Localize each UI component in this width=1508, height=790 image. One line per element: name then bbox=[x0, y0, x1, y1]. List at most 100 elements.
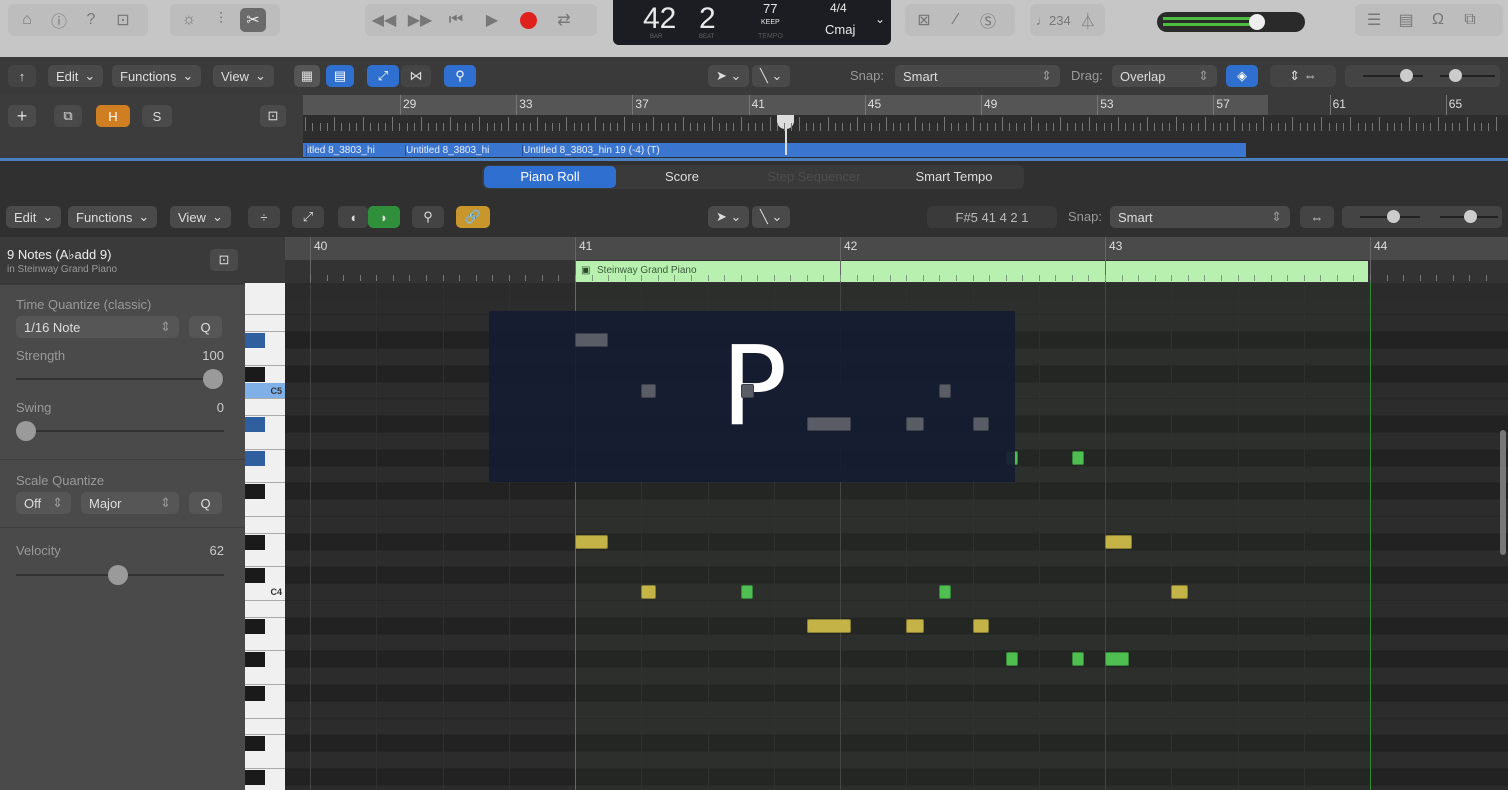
black-key[interactable] bbox=[245, 333, 265, 348]
black-key[interactable] bbox=[245, 534, 265, 550]
zoom-buttons[interactable]: ⇕ ⇔ bbox=[1270, 65, 1336, 87]
midi-note[interactable] bbox=[1071, 450, 1084, 465]
black-key[interactable] bbox=[245, 450, 265, 466]
midi-in-icon[interactable]: ◖ bbox=[338, 206, 368, 228]
midi-note[interactable] bbox=[1105, 534, 1132, 549]
black-key[interactable] bbox=[245, 366, 265, 382]
white-key[interactable] bbox=[245, 299, 285, 316]
duplicate-track-icon[interactable]: ⧉ bbox=[54, 105, 82, 127]
browser-icon[interactable]: ⧉ bbox=[1457, 8, 1483, 32]
play-icon[interactable]: ▶ bbox=[479, 8, 505, 32]
back-icon[interactable]: ↑ bbox=[8, 65, 36, 87]
midi-note[interactable] bbox=[806, 618, 851, 633]
region-label[interactable]: Untitled 8_3803_hin 19 (-4) (T) bbox=[522, 145, 1222, 156]
strength-slider[interactable] bbox=[16, 378, 224, 380]
inspector-toggle-icon[interactable]: ⊡ bbox=[210, 249, 238, 271]
white-key[interactable]: C5 bbox=[245, 382, 285, 400]
midi-note[interactable] bbox=[1071, 652, 1084, 667]
black-key[interactable] bbox=[245, 484, 265, 500]
midi-note[interactable] bbox=[740, 585, 753, 600]
record-icon[interactable] bbox=[515, 8, 541, 32]
midi-note[interactable] bbox=[972, 618, 990, 633]
editor-snap-select[interactable]: Smart ⇕ bbox=[1110, 206, 1290, 228]
zoom-fit-icon[interactable]: ⇔ bbox=[1300, 206, 1334, 228]
white-key[interactable] bbox=[245, 399, 285, 417]
editor-view-menu[interactable]: View ⌄ bbox=[170, 206, 231, 228]
flex-icon[interactable]: ⋈ bbox=[401, 65, 431, 87]
time-quantize-select[interactable]: 1/16 Note ⇕ bbox=[16, 316, 179, 338]
midi-note[interactable] bbox=[939, 585, 952, 600]
vertical-zoom-knob[interactable] bbox=[1400, 69, 1413, 82]
catch-icon[interactable]: ⚲ bbox=[412, 206, 444, 228]
tab-smart-tempo[interactable]: Smart Tempo bbox=[888, 166, 1020, 188]
region-label[interactable]: Untitled 8_3803_hi bbox=[405, 145, 519, 156]
midi-note[interactable] bbox=[906, 618, 925, 633]
scissors-icon[interactable]: ✂ bbox=[240, 8, 266, 32]
tab-step-sequencer[interactable]: Step Sequencer bbox=[748, 166, 880, 188]
close-box-icon[interactable]: ⊠ bbox=[911, 8, 937, 32]
midi-note[interactable] bbox=[575, 534, 609, 549]
black-key[interactable] bbox=[245, 417, 265, 432]
white-key[interactable] bbox=[245, 719, 285, 736]
white-key[interactable] bbox=[245, 467, 285, 484]
white-key[interactable] bbox=[245, 601, 285, 618]
add-track-button[interactable]: + bbox=[8, 105, 36, 127]
note-pad-icon[interactable]: ▤ bbox=[1393, 8, 1419, 32]
white-key[interactable] bbox=[245, 551, 285, 568]
catch-playhead-icon[interactable]: ⊡ bbox=[260, 105, 286, 127]
midi-out-icon[interactable]: ◗ bbox=[368, 206, 400, 228]
drag-select[interactable]: Overlap ⇕ bbox=[1112, 65, 1217, 87]
tracks-ruler[interactable]: 29 33 37 41 45 49 53 57 61 65 itled 8_3803_hi Untit… bbox=[303, 95, 1508, 160]
cycle-area[interactable] bbox=[303, 95, 1268, 115]
black-key[interactable] bbox=[245, 686, 265, 701]
automation-icon[interactable]: ⤢ bbox=[292, 206, 324, 228]
brightness-icon[interactable]: ☼ bbox=[176, 8, 202, 32]
pointer-tool[interactable]: ➤ ⌄ bbox=[708, 65, 750, 87]
count-in[interactable]: ♩234 bbox=[1036, 13, 1071, 28]
cycle-icon[interactable]: ⇄ bbox=[551, 8, 577, 32]
grid-icon[interactable]: ▦ bbox=[294, 65, 320, 87]
region-label[interactable]: itled 8_3803_hi bbox=[306, 145, 402, 156]
quantize-icon[interactable]: ÷ bbox=[248, 206, 280, 228]
midi-note[interactable] bbox=[740, 383, 754, 398]
velocity-knob[interactable] bbox=[107, 565, 128, 585]
go-to-start-icon[interactable]: ⏮ bbox=[443, 8, 469, 32]
piano-keyboard[interactable]: C5 C4 bbox=[245, 283, 285, 790]
white-key[interactable] bbox=[245, 668, 285, 685]
piano-roll-ruler[interactable]: ▣ Steinway Grand Piano 40 41 42 43 44 bbox=[285, 237, 1508, 283]
automation-icon[interactable]: ⤢ bbox=[367, 65, 399, 87]
tab-score[interactable]: Score bbox=[616, 166, 748, 188]
midi-note[interactable] bbox=[806, 417, 851, 432]
swing-knob[interactable] bbox=[16, 421, 36, 441]
midi-note[interactable] bbox=[972, 417, 990, 432]
midi-note[interactable] bbox=[939, 383, 952, 398]
white-key[interactable] bbox=[245, 752, 285, 769]
midi-note[interactable] bbox=[906, 417, 925, 432]
tracks-edit-menu[interactable]: Edit ⌄ bbox=[48, 65, 104, 87]
white-key[interactable] bbox=[245, 517, 285, 534]
inbox-icon[interactable]: ⌂ bbox=[14, 8, 40, 32]
volume-knob[interactable] bbox=[1249, 14, 1265, 30]
pointer-tool[interactable]: ➤ ⌄ bbox=[708, 206, 750, 228]
fast-forward-icon[interactable]: ▶▶ bbox=[407, 8, 433, 32]
help-icon[interactable]: ? bbox=[78, 8, 104, 32]
link-icon[interactable]: 🔗 bbox=[456, 206, 490, 228]
tab-piano-roll[interactable]: Piano Roll bbox=[484, 166, 616, 188]
horizontal-zoom-knob[interactable] bbox=[1449, 69, 1462, 82]
tracks-snap-select[interactable]: Smart ⇕ bbox=[895, 65, 1060, 87]
zoom-sliders[interactable] bbox=[1345, 65, 1500, 87]
waveform-zoom-icon[interactable]: ◈ bbox=[1226, 65, 1258, 87]
black-key[interactable] bbox=[245, 736, 265, 752]
midi-note[interactable] bbox=[641, 585, 656, 600]
tuner-icon[interactable]: ⁄ bbox=[943, 8, 969, 32]
tracks-functions-menu[interactable]: Functions ⌄ bbox=[112, 65, 202, 87]
white-key[interactable] bbox=[245, 635, 285, 652]
midi-region-header[interactable]: ▣ Steinway Grand Piano bbox=[575, 261, 1368, 282]
list-view-icon[interactable]: ▤ bbox=[326, 65, 354, 87]
master-volume-slider[interactable] bbox=[1157, 12, 1305, 32]
midi-note[interactable] bbox=[1105, 652, 1129, 667]
scale-type-select[interactable]: Major ⇕ bbox=[81, 492, 179, 514]
list-icon[interactable]: ☰ bbox=[1361, 8, 1387, 32]
pencil-tool[interactable]: ╲ ⌄ bbox=[752, 65, 791, 87]
midi-note[interactable] bbox=[575, 333, 609, 348]
